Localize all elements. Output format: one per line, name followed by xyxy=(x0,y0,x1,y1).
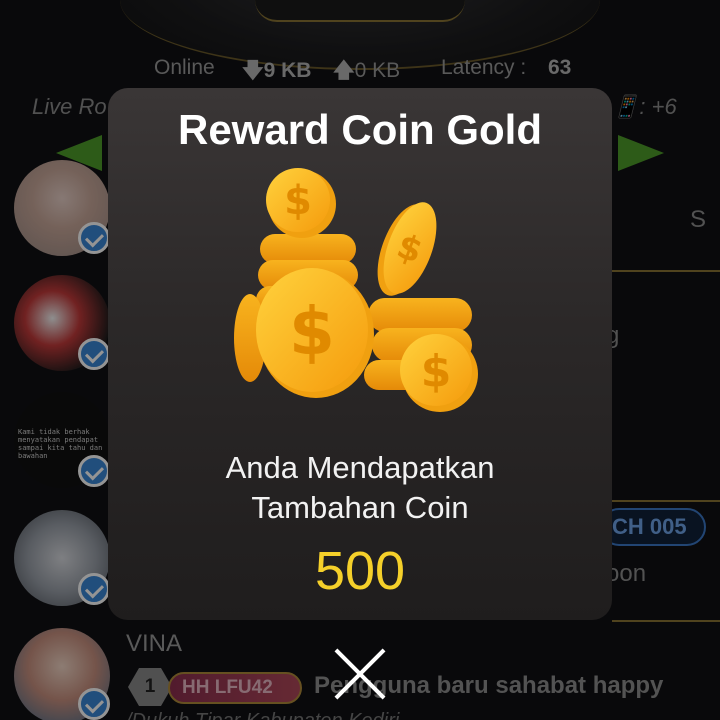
reward-message-line: Anda Mendapatkan xyxy=(225,450,495,485)
close-icon[interactable] xyxy=(326,640,394,708)
reward-dialog: Reward Coin Gold $ $ $ $ Anda Mendapatka… xyxy=(108,88,612,620)
svg-text:$: $ xyxy=(421,346,452,397)
gold-coins-icon: $ $ $ $ xyxy=(234,168,478,412)
screen: Online 🡇9 KB 🡅0 KB Latency : 63 Live Ro … xyxy=(0,0,720,720)
dialog-title: Reward Coin Gold xyxy=(177,106,542,153)
svg-text:$: $ xyxy=(289,293,335,370)
svg-text:$: $ xyxy=(284,178,312,224)
reward-message: Anda Mendapatkan Tambahan Coin xyxy=(108,448,612,528)
reward-message-line: Tambahan Coin xyxy=(251,490,469,525)
reward-amount: 500 xyxy=(314,541,406,601)
